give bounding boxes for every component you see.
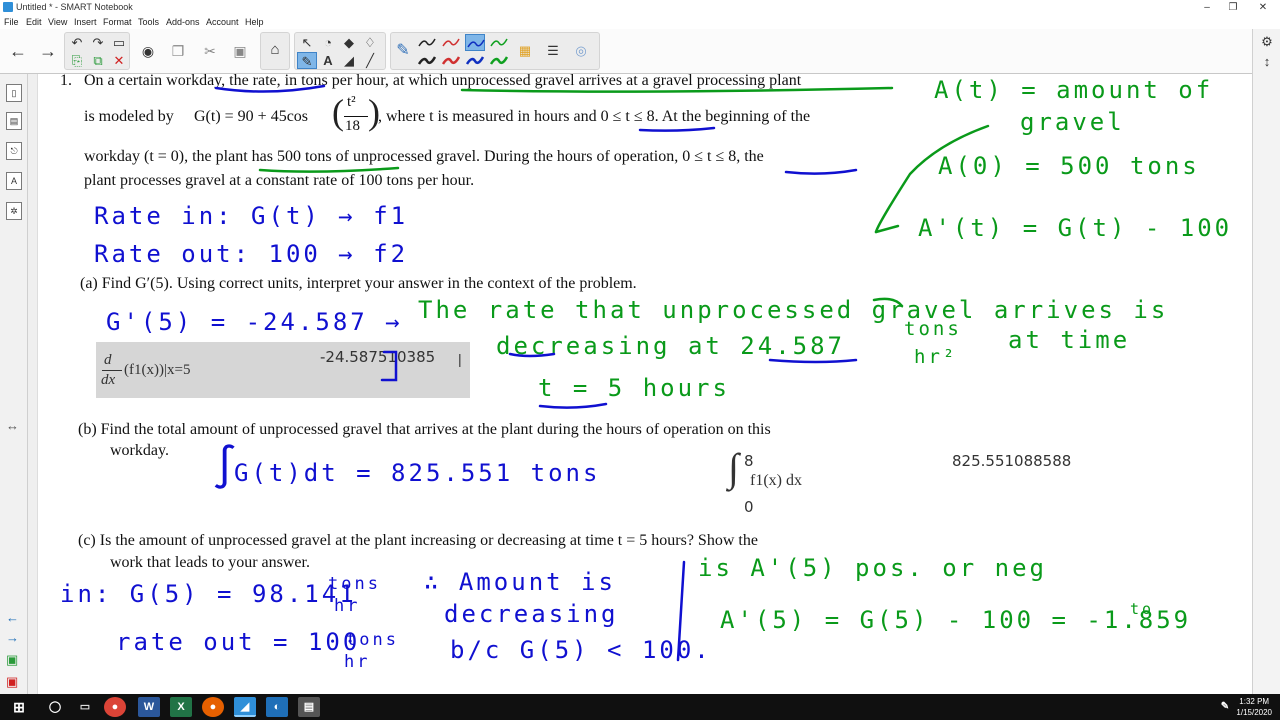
add-ons-tab-icon[interactable]: ✲ xyxy=(6,202,22,220)
delete-icon[interactable]: ✕ xyxy=(109,52,129,69)
word-icon[interactable]: W xyxy=(138,697,160,717)
clock-time: 1:32 PM xyxy=(1239,697,1270,706)
table-icon[interactable]: ⌂ xyxy=(265,41,285,58)
close-button[interactable]: ✕ xyxy=(1248,0,1278,15)
line-style-icon[interactable]: ☰ xyxy=(543,42,563,59)
color-palette-icon[interactable]: ▦ xyxy=(515,42,535,59)
chrome-icon[interactable]: ● xyxy=(104,697,126,717)
ink-strokes: | xyxy=(214,84,990,662)
camera-icon[interactable]: ◉ xyxy=(134,33,162,69)
pen-style-5[interactable] xyxy=(417,52,437,69)
system-clock[interactable]: 1:32 PM 1/15/2020 xyxy=(1236,696,1272,718)
page-sorter-tab-icon[interactable]: ▯ xyxy=(6,84,22,102)
attachments-tab-icon[interactable]: ⎋ xyxy=(6,142,22,160)
pen-style-8[interactable] xyxy=(489,52,509,69)
menu-tools[interactable]: Tools xyxy=(138,17,159,27)
toolbar: ← → ↶ ↷ ▭ ⎘ ⧉ ✕ ◉ ❐ ✂ ▣ ⌂ ↖ ◔ ◆ ♢ ✎ A ◢ … xyxy=(0,29,1280,74)
add-page-icon[interactable]: ▣ xyxy=(6,652,18,668)
windows-start-icon[interactable]: ⊞ xyxy=(8,697,30,717)
menu-help[interactable]: Help xyxy=(245,17,264,27)
menu-edit[interactable]: Edit xyxy=(26,17,42,27)
window-title: Untitled * - SMART Notebook xyxy=(16,2,133,12)
select-icon[interactable]: ↖ xyxy=(297,34,317,51)
pen-tray-icon[interactable]: ✎ xyxy=(1214,697,1236,717)
undo-icon[interactable]: ↶ xyxy=(67,34,87,51)
transparency-icon[interactable]: ◎ xyxy=(571,42,591,59)
svg-text:|: | xyxy=(458,351,462,367)
vertical-scrollbar[interactable] xyxy=(28,74,38,694)
menu-add-ons[interactable]: Add-ons xyxy=(166,17,200,27)
title-bar: Untitled * - SMART Notebook – ❐ ✕ xyxy=(0,0,1280,15)
text-icon[interactable]: A xyxy=(318,52,338,69)
app-icon-2[interactable]: ▤ xyxy=(298,697,320,717)
document-camera-icon[interactable]: ▣ xyxy=(226,33,254,69)
pen-type-icon[interactable]: ✎ xyxy=(393,42,413,59)
sidebar-forward-icon[interactable]: → xyxy=(6,630,19,645)
paste-icon[interactable]: ⎘ xyxy=(67,52,87,69)
menu-insert[interactable]: Insert xyxy=(74,17,97,27)
panel-move-icon[interactable]: ↕ xyxy=(1257,53,1277,70)
pen-style-6[interactable] xyxy=(441,52,461,69)
menu-account[interactable]: Account xyxy=(206,17,239,27)
next-page-icon[interactable]: → xyxy=(34,33,62,69)
pen-style-2[interactable] xyxy=(441,34,461,51)
properties-tab-icon[interactable]: A xyxy=(6,172,22,190)
pen-style-1[interactable] xyxy=(417,34,437,51)
clock-date: 1/15/2020 xyxy=(1236,708,1272,717)
table-tool-group: ⌂ xyxy=(260,32,290,70)
firefox-icon[interactable]: ● xyxy=(202,697,224,717)
edit-tool-group: ↶ ↷ ▭ ⎘ ⧉ ✕ xyxy=(64,32,130,70)
resize-sidebar-icon[interactable]: ↔ xyxy=(6,418,19,433)
pen-style-group: ✎ ▦ ☰ ◎ xyxy=(390,32,600,70)
notebook-canvas[interactable]: 1. On a certain workday, the rate, in to… xyxy=(38,74,1252,694)
menu-file[interactable]: File xyxy=(4,17,19,27)
app-icon-1[interactable]: ◐ xyxy=(266,697,288,717)
fill-icon[interactable]: ◆ xyxy=(339,34,359,51)
eraser-icon[interactable]: ◢ xyxy=(339,52,359,69)
duplicate-icon[interactable]: ❐ xyxy=(164,33,192,69)
pen-style-7[interactable] xyxy=(465,52,485,69)
menu-view[interactable]: View xyxy=(48,17,67,27)
cut-icon[interactable]: ✂ xyxy=(196,33,224,69)
line-icon[interactable]: ╱ xyxy=(360,52,380,69)
pen-style-3[interactable] xyxy=(465,34,485,51)
menu-bar: File Edit View Insert Format Tools Add-o… xyxy=(0,15,1280,29)
draw-tool-group: ↖ ◔ ◆ ♢ ✎ A ◢ ╱ xyxy=(294,32,386,70)
excel-icon[interactable]: X xyxy=(170,697,192,717)
side-tabs: ▯ ▤ ⎋ A ✲ ↔ ← → ▣ ▣ xyxy=(0,74,28,694)
smart-notebook-taskbar-icon[interactable]: ◢ xyxy=(234,697,256,717)
pen-icon[interactable]: ✎ xyxy=(297,52,317,69)
task-view-icon[interactable]: ▭ xyxy=(74,697,96,717)
previous-page-icon[interactable]: ← xyxy=(4,33,32,69)
copy-icon[interactable]: ⧉ xyxy=(88,52,108,69)
search-icon[interactable]: ◯ xyxy=(44,697,66,717)
redo-icon[interactable]: ↷ xyxy=(88,34,108,51)
properties-panel: ⚙ ↕ xyxy=(1252,29,1280,694)
gallery-tab-icon[interactable]: ▤ xyxy=(6,112,22,130)
sidebar-back-icon[interactable]: ← xyxy=(6,610,19,625)
shapes-icon[interactable]: ◔ xyxy=(318,34,338,51)
magic-pen-icon[interactable]: ♢ xyxy=(360,34,380,51)
smart-notebook-app-icon xyxy=(3,2,13,12)
windows-taskbar: ⊞ ◯ ▭ ● W X ● ◢ ◐ ▤ ✎ 1:32 PM 1/15/2020 xyxy=(0,694,1280,720)
settings-gear-icon[interactable]: ⚙ xyxy=(1257,33,1277,50)
pen-style-4[interactable] xyxy=(489,34,509,51)
screen-shade-icon[interactable]: ▭ xyxy=(109,34,129,51)
menu-format[interactable]: Format xyxy=(103,17,132,27)
maximize-button[interactable]: ❐ xyxy=(1218,0,1248,15)
delete-page-icon[interactable]: ▣ xyxy=(6,674,18,690)
